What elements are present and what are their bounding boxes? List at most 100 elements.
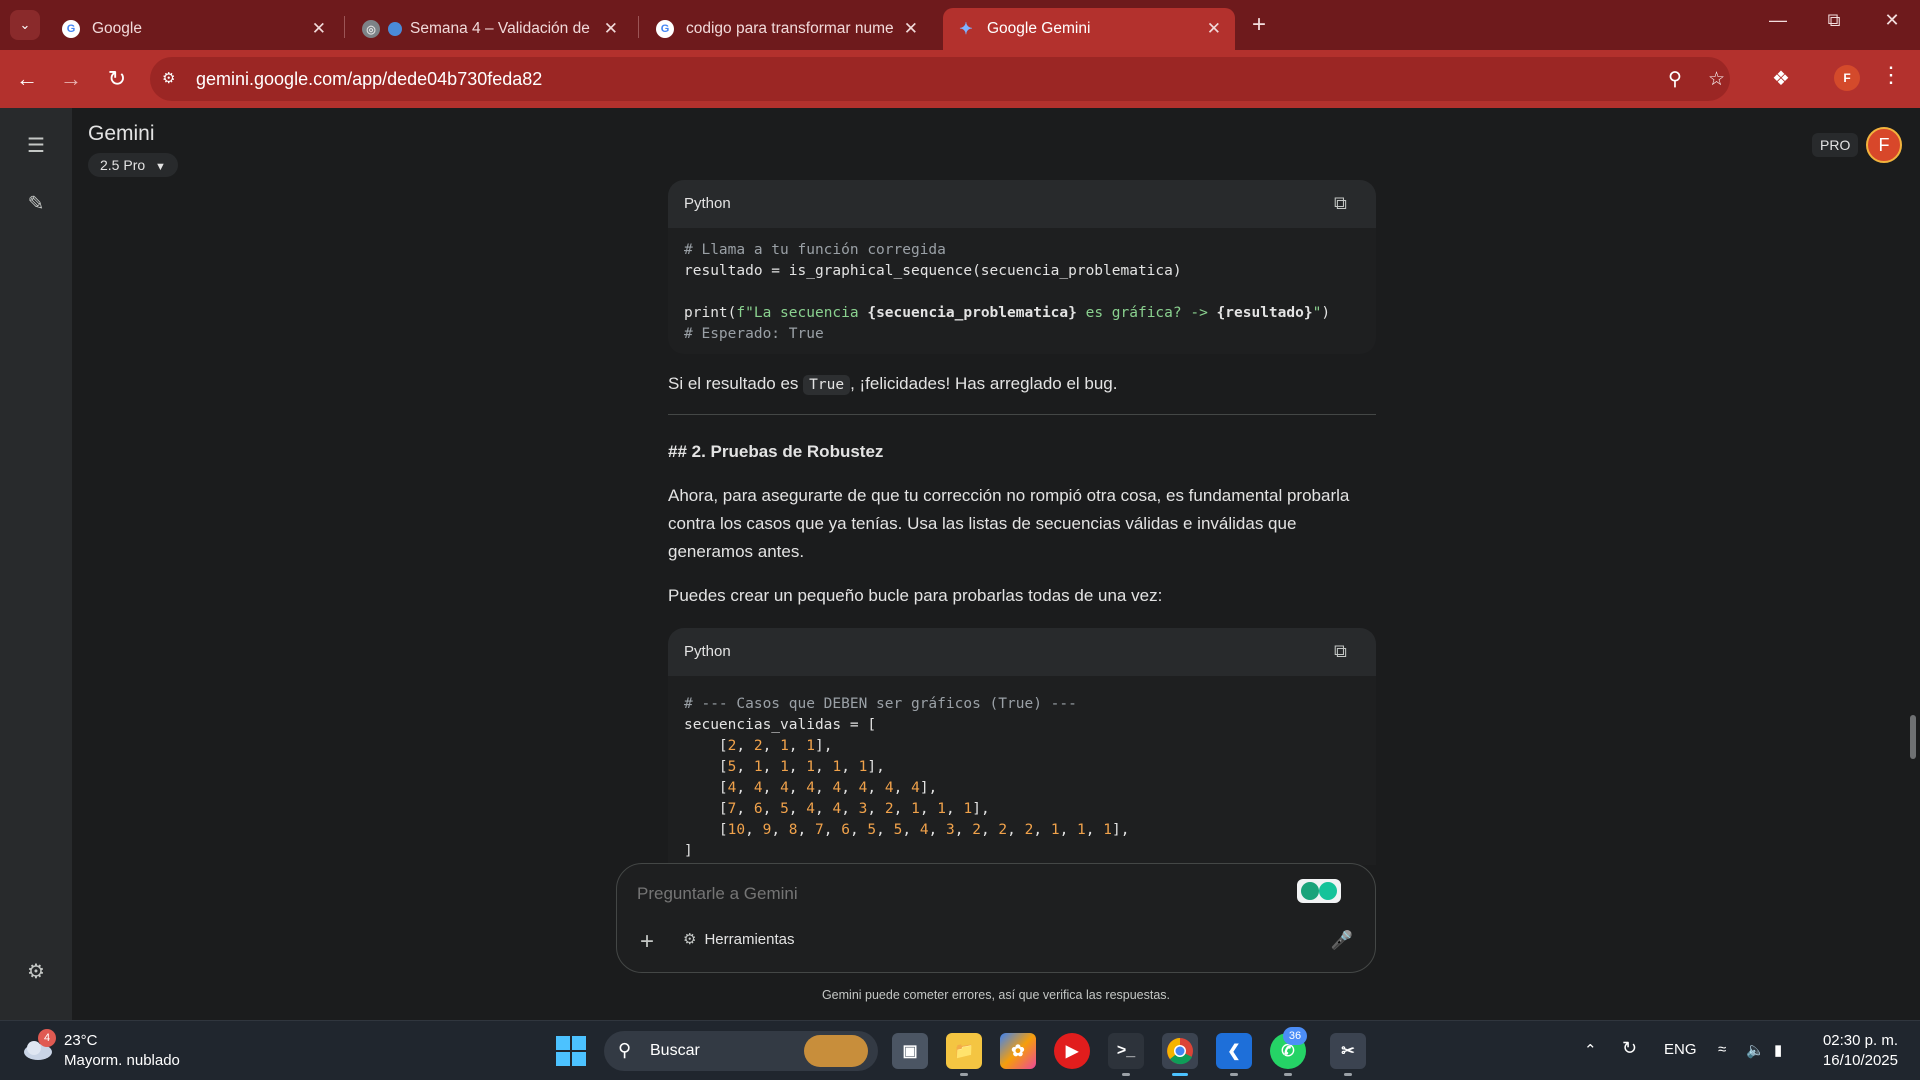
copy-icon[interactable]: ⧉ [1334, 193, 1356, 215]
code-number: 4 [753, 780, 763, 796]
terminal-icon[interactable]: >_ [1108, 1033, 1144, 1076]
code-token: {secuencia_problematica} [867, 305, 1077, 321]
microphone-icon[interactable]: 🎤 [1331, 930, 1353, 951]
add-attachment-button[interactable]: + [633, 928, 661, 956]
weather-description: Mayorm. nublado [64, 1052, 180, 1069]
code-number: 1 [780, 759, 789, 775]
code-token: f"La secuencia [736, 305, 868, 321]
settings-gear-icon[interactable]: ⚙ [22, 958, 50, 986]
code-number: 8 [788, 822, 798, 838]
code-number: 4 [832, 801, 842, 817]
menu-kebab-icon[interactable]: ⋮ [1880, 62, 1902, 88]
clock-date[interactable]: 16/10/2025 [1812, 1052, 1898, 1069]
code-number: 2 [727, 738, 737, 754]
scrollbar-thumb[interactable] [1910, 715, 1916, 759]
code-number: 9 [762, 822, 772, 838]
code-number: 1 [806, 738, 815, 754]
snipping-tool-icon[interactable]: ✂ [1330, 1033, 1366, 1076]
chevron-down-icon: ⌄ [19, 17, 31, 32]
code-number: 2 [884, 801, 894, 817]
code-line: [2, 2, 1, 1], [684, 738, 833, 754]
file-explorer-icon[interactable]: 📁 [946, 1033, 982, 1076]
gemini-sidebar: ☰ ✎ ⚙ [0, 108, 72, 1020]
code-number: 4 [911, 780, 920, 796]
sync-icon[interactable]: ↻ [1622, 1038, 1637, 1059]
grammar-icon [1319, 882, 1337, 900]
google-icon: G [62, 20, 80, 38]
code-block-header: Python ⧉ [668, 180, 1376, 228]
minimize-icon[interactable]: — [1758, 10, 1798, 31]
chrome-icon[interactable] [1162, 1033, 1198, 1076]
code-number: 2 [1024, 822, 1034, 838]
code-line: [7, 6, 5, 4, 4, 3, 2, 1, 1, 1], [684, 801, 990, 817]
back-arrow-icon[interactable]: ← [12, 64, 42, 94]
zoom-icon[interactable]: ⚲ [1668, 68, 1682, 91]
code-number: 2 [753, 738, 763, 754]
copy-icon[interactable]: ⧉ [1334, 641, 1356, 663]
restore-icon[interactable]: ⧉ [1814, 10, 1854, 31]
tools-button[interactable]: ⚙ Herramientas [683, 930, 795, 949]
new-tab-button[interactable]: + [1245, 11, 1273, 39]
profile-avatar[interactable]: F [1834, 65, 1860, 91]
address-bar[interactable]: ⚙ gemini.google.com/app/dede04b730feda82… [150, 57, 1730, 101]
code-token: print( [684, 305, 737, 321]
gemini-title: Gemini [88, 122, 155, 145]
tab-strip: ⌄ G Google ✕ ◎ Semana 4 – Validación de … [0, 0, 1920, 50]
chevron-up-icon[interactable]: ⌃ [1584, 1041, 1597, 1059]
prompt-input[interactable] [637, 884, 1237, 904]
paragraph: Puedes crear un pequeño bucle para proba… [668, 586, 1163, 605]
language-indicator[interactable]: ENG [1664, 1041, 1697, 1058]
taskbar-search[interactable]: ⚲ Buscar [604, 1031, 878, 1071]
pro-badge: PRO [1812, 133, 1859, 157]
close-icon[interactable]: ✕ [312, 19, 326, 39]
extensions-icon[interactable]: ❖ [1766, 64, 1796, 94]
windows-start-button[interactable] [556, 1036, 586, 1066]
code-number: 5 [893, 822, 903, 838]
code-language-label: Python [684, 195, 731, 212]
tab-divider [344, 16, 345, 38]
forward-arrow-icon[interactable]: → [56, 64, 86, 94]
code-language-label: Python [684, 643, 731, 660]
search-icon: ⚲ [618, 1040, 632, 1060]
close-icon[interactable]: ✕ [904, 19, 918, 39]
result-paragraph: Si el resultado es True, ¡felicidades! H… [668, 370, 1376, 399]
disclaimer-text: Gemini puede cometer errores, así que ve… [821, 988, 1171, 1002]
site-info-icon[interactable]: ⚙ [162, 69, 182, 89]
task-view-icon[interactable]: ▣ [892, 1033, 928, 1069]
code-line: resultado = is_graphical_sequence(secuen… [684, 263, 1182, 279]
new-chat-icon[interactable]: ✎ [22, 190, 50, 218]
code-number: 1 [1050, 822, 1060, 838]
code-number: 1 [1103, 822, 1112, 838]
code-line: # Llama a tu función corregida [684, 242, 946, 258]
code-number: 5 [867, 822, 877, 838]
gemini-icon: ✦ [959, 21, 973, 38]
tab-google[interactable]: G Google ✕ [48, 8, 340, 50]
hamburger-menu-icon[interactable]: ☰ [22, 132, 50, 160]
vscode-icon[interactable]: ❮ [1216, 1033, 1252, 1076]
volume-icon[interactable]: 🔈 [1746, 1041, 1765, 1059]
user-avatar[interactable]: F [1866, 127, 1902, 163]
tools-label: Herramientas [704, 930, 795, 948]
bookmark-star-icon[interactable]: ☆ [1708, 68, 1725, 91]
close-icon[interactable]: ✕ [1207, 19, 1221, 39]
model-selector[interactable]: 2.5 Pro ▼ [88, 153, 178, 177]
clock-time[interactable]: 02:30 p. m. [1822, 1032, 1898, 1049]
close-icon[interactable]: ✕ [604, 19, 618, 39]
window-close-icon[interactable]: ✕ [1872, 10, 1912, 31]
code-number: 1 [858, 759, 868, 775]
extension-badge[interactable] [1297, 879, 1341, 903]
browser-toolbar: ← → ↻ ⚙ gemini.google.com/app/dede04b730… [0, 50, 1920, 108]
tab-google-gemini[interactable]: ✦ Google Gemini ✕ [943, 8, 1235, 50]
battery-icon[interactable]: ▮ [1774, 1041, 1782, 1059]
reload-icon[interactable]: ↻ [102, 64, 132, 94]
code-number: 6 [753, 801, 763, 817]
tab-codigo[interactable]: G codigo para transformar numer ✕ [642, 8, 932, 50]
code-number: 1 [806, 759, 815, 775]
code-content: # --- Casos que DEBEN ser gráficos (True… [668, 676, 1376, 865]
tab-semana-4[interactable]: ◎ Semana 4 – Validación de P ✕ [348, 8, 632, 50]
wifi-icon[interactable]: ≈ [1718, 1041, 1726, 1058]
url-text[interactable]: gemini.google.com/app/dede04b730feda82 [196, 69, 542, 90]
youtube-music-icon[interactable]: ▶ [1054, 1033, 1090, 1069]
tab-search-button[interactable]: ⌄ [10, 10, 40, 40]
copilot-icon[interactable]: ✿ [1000, 1033, 1036, 1069]
